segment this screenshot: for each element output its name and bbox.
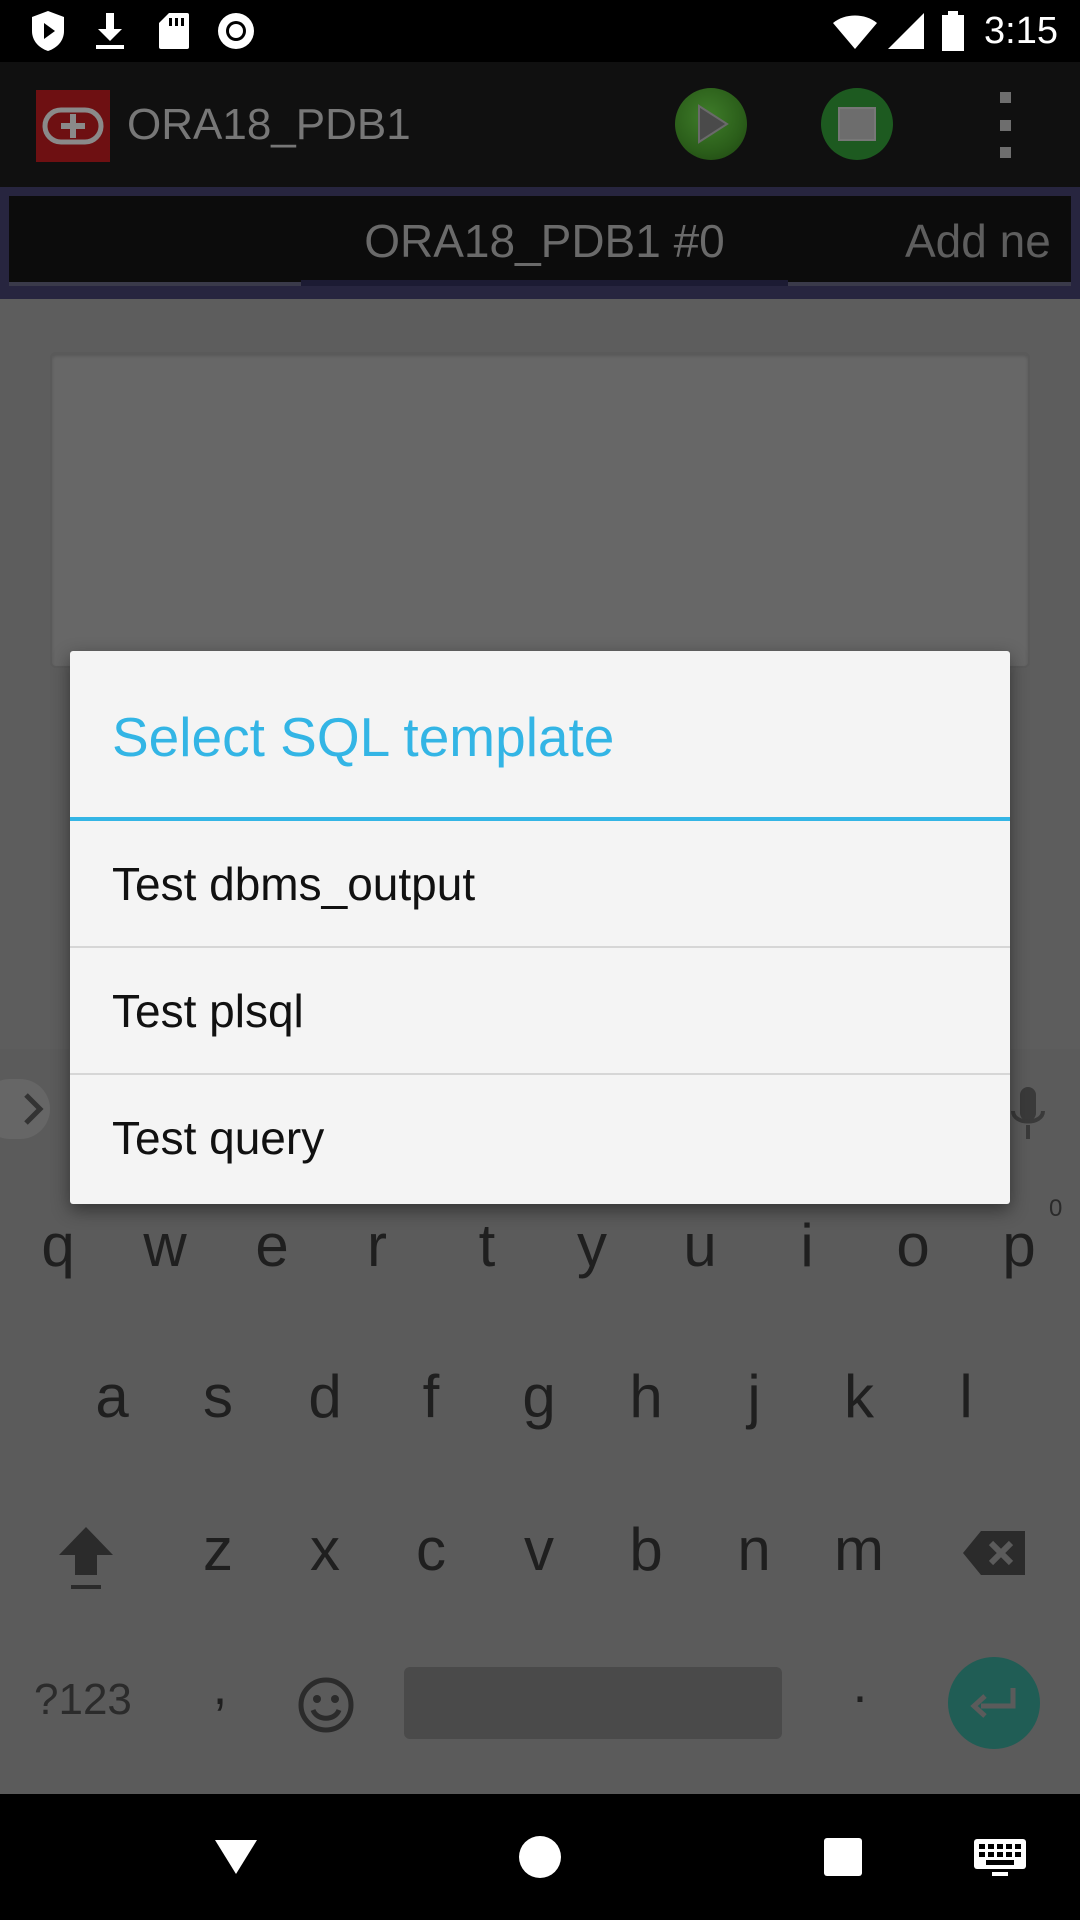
tab-bar: ORA18_PDB1 #0 Add ne <box>9 196 1071 286</box>
key-q[interactable]: q <box>16 1211 100 1280</box>
key-m[interactable]: m <box>817 1515 901 1584</box>
key-u[interactable]: u <box>658 1211 742 1280</box>
template-item-label: Test plsql <box>112 985 304 1037</box>
tab-active-indicator <box>301 280 788 286</box>
key-e[interactable]: e <box>230 1211 314 1280</box>
key-y[interactable]: y <box>550 1211 634 1280</box>
status-time: 3:15 <box>984 10 1058 52</box>
key-n[interactable]: n <box>712 1515 796 1584</box>
shift-arrow-icon <box>59 1527 113 1589</box>
key-b[interactable]: b <box>604 1515 688 1584</box>
key-o[interactable]: o <box>871 1211 955 1280</box>
key-comma[interactable]: , <box>190 1657 250 1717</box>
template-item-query[interactable]: Test query <box>70 1075 1010 1204</box>
key-i[interactable]: i <box>765 1211 849 1280</box>
symbols-key[interactable]: ?123 <box>34 1675 132 1725</box>
record-icon <box>214 0 258 62</box>
key-d[interactable]: d <box>283 1362 367 1431</box>
sd-card-icon <box>154 0 194 62</box>
key-l[interactable]: l <box>924 1362 1008 1431</box>
soft-keyboard: q w e r t y u i o p 0 a s d f g h j k l … <box>0 1167 1080 1794</box>
enter-key[interactable] <box>948 1657 1040 1749</box>
emoji-key[interactable] <box>296 1675 356 1735</box>
emoji-smiley-icon <box>298 1677 354 1733</box>
run-play-icon <box>698 104 729 144</box>
tab-add-new[interactable]: Add ne <box>905 196 1051 286</box>
db-connection-logo-icon <box>36 90 110 162</box>
key-f[interactable]: f <box>389 1362 473 1431</box>
battery-icon <box>938 0 968 62</box>
wifi-icon <box>830 0 880 62</box>
select-sql-template-dialog: Select SQL template Test dbms_output Tes… <box>70 651 1010 1204</box>
app-bar: ORA18_PDB1 <box>0 62 1080 187</box>
key-g[interactable]: g <box>497 1362 581 1431</box>
key-c[interactable]: c <box>389 1515 473 1584</box>
shield-play-icon <box>26 0 70 62</box>
sql-template-button[interactable] <box>821 88 893 160</box>
dialog-title: Select SQL template <box>112 706 615 768</box>
key-v[interactable]: v <box>497 1515 581 1584</box>
backspace-icon <box>963 1531 1025 1575</box>
template-item-label: Test query <box>112 1112 325 1164</box>
cell-signal-icon <box>884 0 928 62</box>
keyboard-switch-icon[interactable] <box>970 1794 1030 1920</box>
key-a[interactable]: a <box>70 1362 154 1431</box>
shift-key[interactable] <box>48 1517 124 1597</box>
key-p-hint: 0 <box>1049 1195 1063 1222</box>
app-title: ORA18_PDB1 <box>127 100 411 149</box>
space-bar[interactable] <box>404 1667 782 1739</box>
key-t[interactable]: t <box>445 1211 529 1280</box>
tab-active[interactable]: ORA18_PDB1 #0 <box>301 196 788 286</box>
key-period[interactable]: . <box>830 1655 890 1715</box>
sql-template-icon <box>838 107 876 141</box>
tab-underline-left <box>9 282 301 286</box>
overflow-menu-icon[interactable] <box>990 92 1020 158</box>
key-x[interactable]: x <box>283 1515 367 1584</box>
template-item-dbms-output[interactable]: Test dbms_output <box>70 821 1010 948</box>
template-item-label: Test dbms_output <box>112 858 476 910</box>
key-z[interactable]: z <box>176 1515 260 1584</box>
key-j[interactable]: j <box>712 1362 796 1431</box>
enter-arrow-icon <box>970 1688 1016 1718</box>
key-h[interactable]: h <box>604 1362 688 1431</box>
template-item-plsql[interactable]: Test plsql <box>70 948 1010 1075</box>
chevron-right-icon[interactable] <box>0 1079 50 1139</box>
home-icon[interactable] <box>510 1794 570 1920</box>
recents-icon[interactable] <box>818 1794 868 1920</box>
status-bar: 3:15 <box>0 0 1080 62</box>
key-s[interactable]: s <box>176 1362 260 1431</box>
microphone-icon[interactable] <box>1010 1085 1046 1145</box>
run-button[interactable] <box>675 88 747 160</box>
key-w[interactable]: w <box>123 1211 207 1280</box>
key-r[interactable]: r <box>335 1211 419 1280</box>
tab-strip: ORA18_PDB1 #0 Add ne <box>0 187 1080 299</box>
backspace-key[interactable] <box>958 1523 1032 1583</box>
template-list: Test dbms_output Test plsql Test query <box>70 821 1010 1204</box>
download-icon <box>90 0 130 62</box>
key-k[interactable]: k <box>817 1362 901 1431</box>
back-icon[interactable] <box>206 1794 266 1920</box>
sql-editor-input[interactable] <box>50 352 1030 668</box>
navigation-bar <box>0 1794 1080 1920</box>
screen: 3:15 ORA18_PDB1 ORA18_PDB1 #0 Add ne q w… <box>0 0 1080 1920</box>
